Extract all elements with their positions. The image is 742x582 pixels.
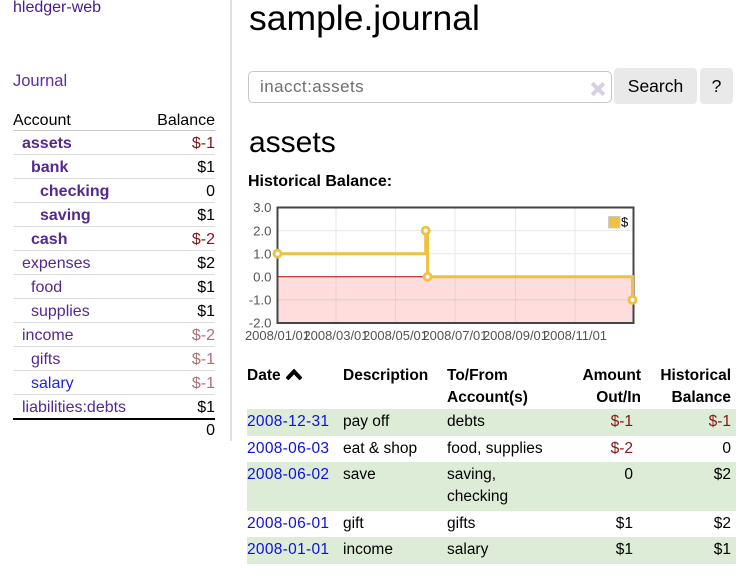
svg-text:2.0: 2.0 — [253, 223, 271, 238]
svg-text:$: $ — [621, 215, 629, 230]
svg-text:2008/03/01: 2008/03/01 — [303, 328, 368, 343]
svg-text:2008/05/01: 2008/05/01 — [363, 328, 428, 343]
svg-text:3.0: 3.0 — [253, 200, 271, 215]
svg-text:2008/11/01: 2008/11/01 — [543, 328, 607, 343]
svg-text:2008/01/01: 2008/01/01 — [245, 328, 310, 343]
svg-text:2008/09/01: 2008/09/01 — [483, 328, 548, 343]
svg-text:1.0: 1.0 — [253, 246, 271, 261]
svg-text:2008/07/01: 2008/07/01 — [422, 328, 487, 343]
svg-text:-1.0: -1.0 — [249, 293, 272, 308]
svg-text:0.0: 0.0 — [253, 270, 271, 285]
